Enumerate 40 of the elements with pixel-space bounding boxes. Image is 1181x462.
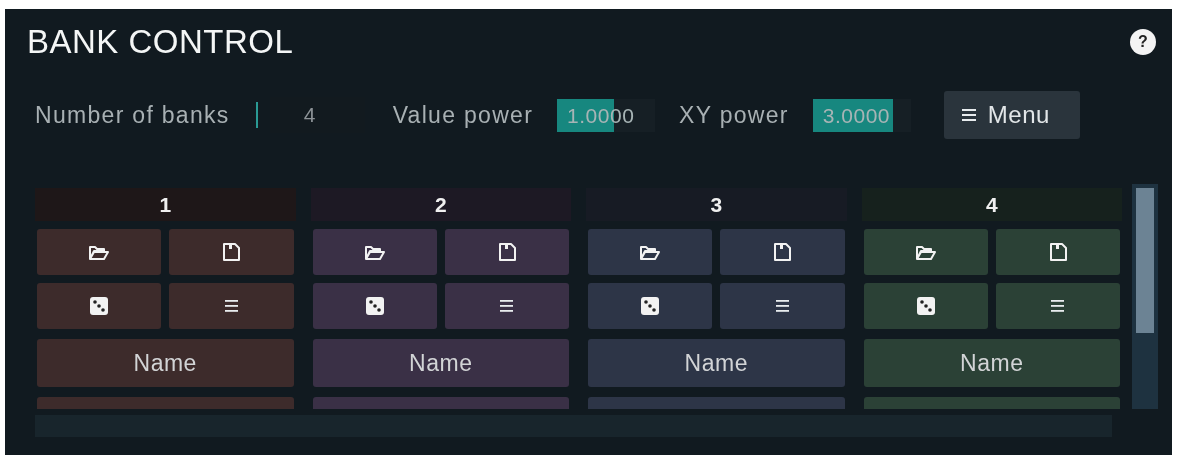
menu-icon: [961, 108, 976, 122]
name-button[interactable]: Name: [37, 339, 294, 387]
open-folder-icon: [364, 244, 385, 260]
control-label: Value power: [392, 101, 534, 129]
save-button[interactable]: [444, 229, 569, 275]
randomize-button[interactable]: [588, 283, 713, 329]
dice-icon: [641, 297, 660, 315]
open-folder-icon: [640, 244, 661, 260]
bank-header: 2: [310, 188, 571, 221]
open-folder-icon: [89, 244, 110, 260]
help-button[interactable]: ?: [1130, 28, 1156, 55]
randomize-button[interactable]: [312, 283, 437, 329]
name-button[interactable]: Name: [863, 339, 1121, 387]
load-button[interactable]: [312, 229, 437, 275]
load-button[interactable]: [588, 229, 713, 275]
bank-header: 3: [586, 188, 847, 221]
name-button[interactable]: Name: [588, 339, 845, 387]
save-button[interactable]: [720, 229, 845, 275]
save-button[interactable]: [995, 229, 1121, 275]
control-label: XY power: [679, 101, 789, 129]
save-button[interactable]: [169, 229, 294, 275]
name-button[interactable]: Name: [312, 339, 569, 387]
load-button[interactable]: [863, 229, 988, 275]
bank-header: 4: [861, 188, 1123, 221]
control-label: Number of banks: [35, 101, 230, 129]
load-button[interactable]: [37, 229, 162, 275]
panel-title: BANK CONTROL: [27, 22, 294, 61]
menu-button[interactable]: Menu: [943, 91, 1080, 139]
randomize-button[interactable]: [863, 283, 988, 329]
bank-header: 1: [35, 188, 296, 221]
dice-icon: [365, 297, 384, 315]
randomize-button[interactable]: [37, 283, 162, 329]
list-icon: [775, 299, 789, 313]
dice-icon: [90, 297, 109, 315]
dice-icon: [916, 297, 935, 315]
list-icon: [224, 299, 238, 313]
list-icon: [500, 299, 514, 313]
vertical-scrollbar[interactable]: [1132, 184, 1158, 409]
open-folder-icon: [915, 244, 936, 260]
list-icon: [1051, 299, 1065, 313]
